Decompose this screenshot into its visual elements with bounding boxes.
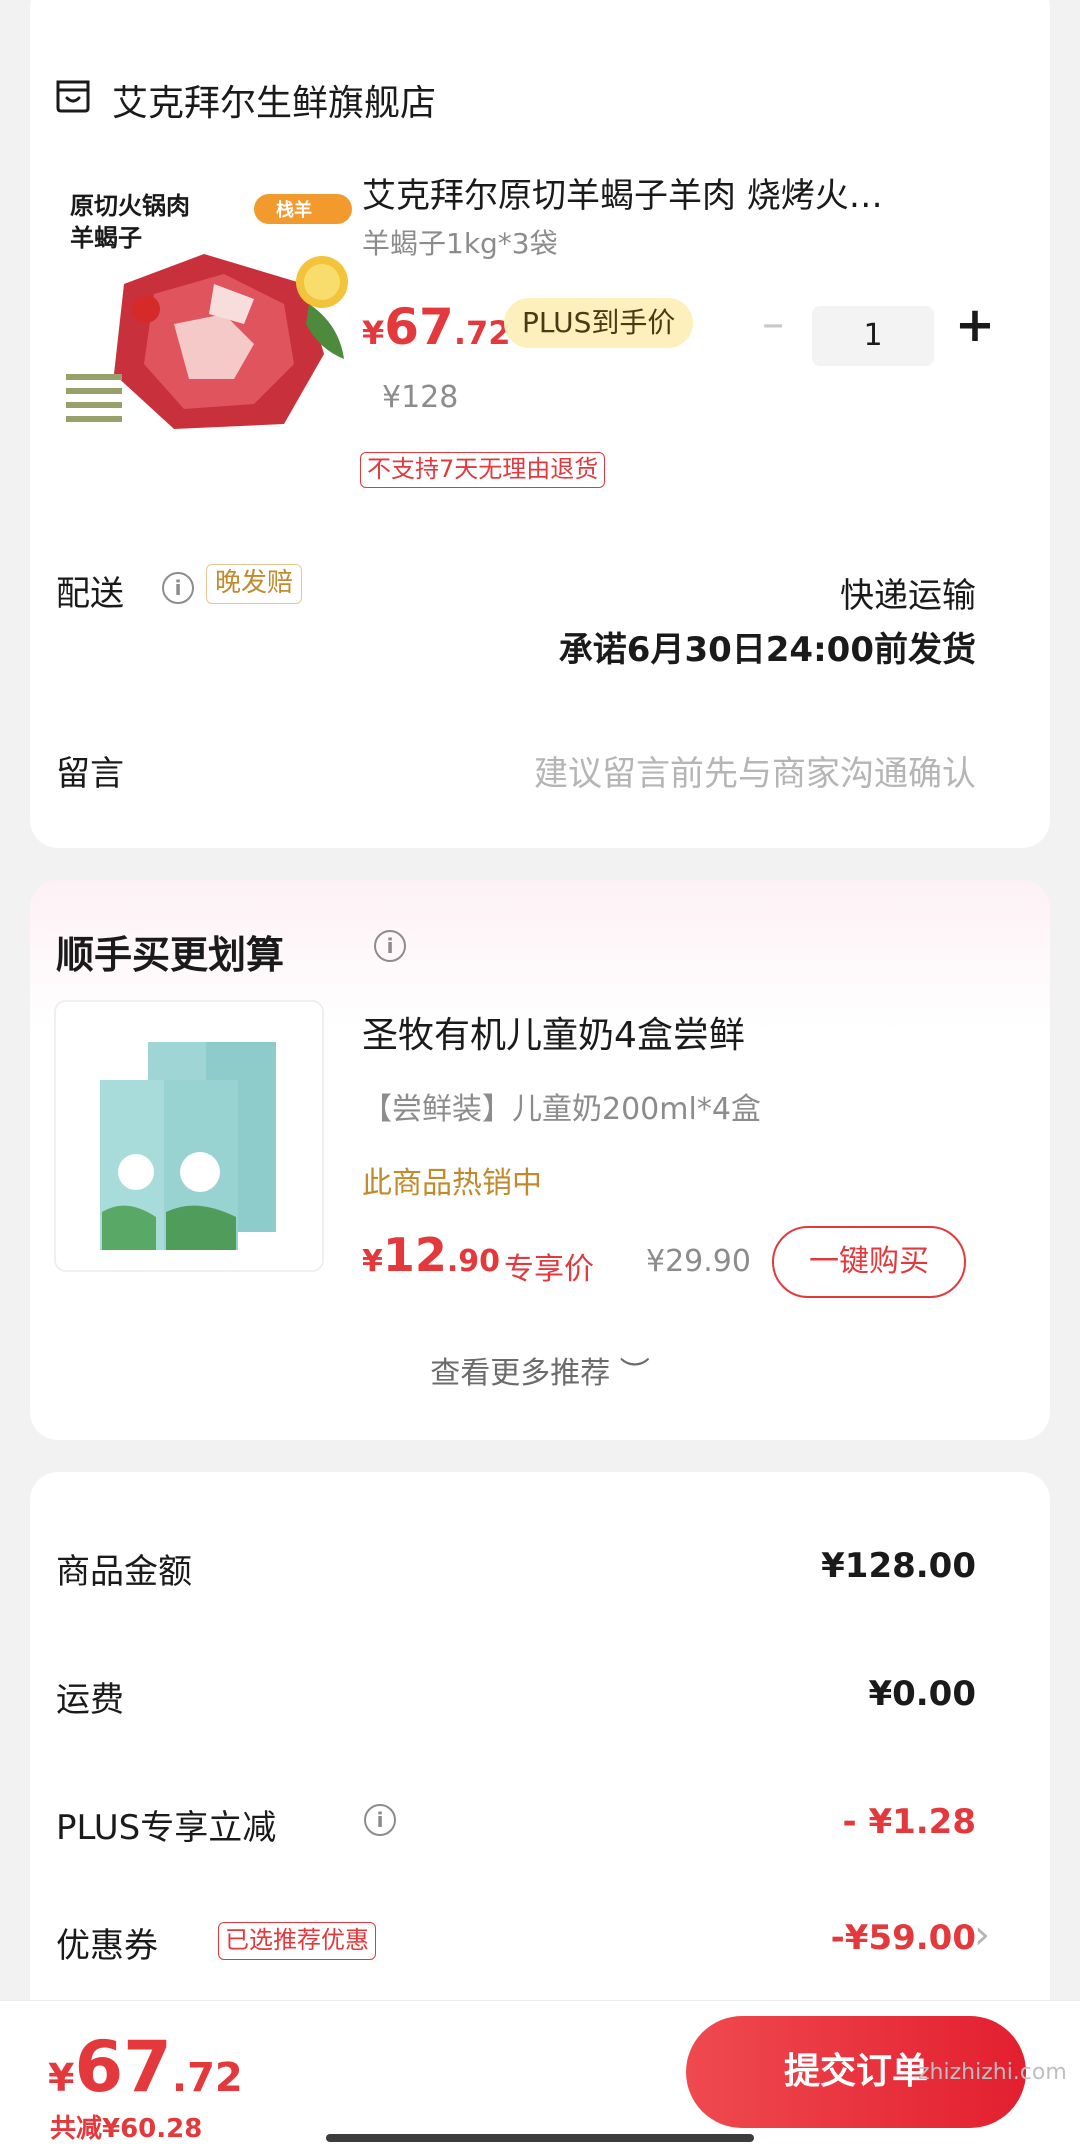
rec-price-decimal: .90 <box>446 1244 501 1279</box>
total-price-symbol: ¥ <box>48 2056 75 2100</box>
total-price-decimal: .72 <box>171 2055 243 2101</box>
return-policy-tag: 不支持7天无理由退货 <box>360 452 606 488</box>
coupon-value[interactable]: -¥59.00 <box>831 1918 976 1958</box>
total-price-integer: 67 <box>74 2026 172 2108</box>
price-symbol: ¥ <box>362 314 385 352</box>
delivery-info-icon[interactable]: i <box>162 572 194 604</box>
original-price: ¥128 <box>382 380 459 415</box>
delivery-label: 配送 <box>56 574 124 614</box>
late-compensation-tag: 晚发赔 <box>206 564 303 604</box>
recommend-original-price: ¥29.90 <box>646 1244 751 1279</box>
total-price: ¥ 67 .72 <box>48 2026 243 2108</box>
recommend-hot-label: 此商品热销中 <box>362 1166 542 1201</box>
quantity-input[interactable]: 1 <box>812 306 934 366</box>
recommend-price: ¥ 12 .90 <box>362 1228 500 1298</box>
product-image-title: 原切火锅肉 <box>70 192 190 220</box>
coupon-label[interactable]: 优惠券 <box>56 1918 158 1967</box>
freight-value: ¥0.00 <box>868 1674 976 1714</box>
memo-label: 留言 <box>56 754 124 794</box>
price-decimal: .72 <box>453 314 511 352</box>
product-spec[interactable]: 羊蝎子1kg*3袋 <box>362 222 558 262</box>
rec-price-symbol: ¥ <box>362 1244 383 1279</box>
plus-discount-value: - ¥1.28 <box>842 1802 977 1842</box>
memo-input[interactable]: 建议留言前先与商家沟通确认 <box>534 746 976 795</box>
freight-label: 运费 <box>56 1680 124 1720</box>
plus-discount-label: PLUS专享立减 <box>56 1808 277 1848</box>
total-saved: 共减¥60.28 <box>50 2114 203 2144</box>
rec-price-integer: 12 <box>382 1228 447 1282</box>
delivery-promise: 承诺6月30日24:00前发货 <box>558 630 976 670</box>
store-name[interactable]: 艾克拜尔生鲜旗舰店 <box>112 74 436 126</box>
delivery-method[interactable]: 快递运输 <box>840 568 976 617</box>
price-integer: 67 <box>384 298 454 356</box>
product-image-brand: 栈羊 <box>276 199 312 221</box>
plus-price-tag: PLUS到手价 <box>504 298 694 348</box>
goods-amount-value: ¥128.00 <box>821 1546 976 1586</box>
plus-discount-info-icon[interactable]: i <box>364 1804 396 1836</box>
coupon-selected-tag: 已选推荐优惠 <box>218 1922 376 1960</box>
recommend-exclusive-label: 专享价 <box>504 1252 594 1287</box>
product-image[interactable]: 原切火锅肉 羊蝎子 栈羊 <box>54 174 364 444</box>
goods-amount-label: 商品金额 <box>56 1552 192 1592</box>
product-image-subtitle: 羊蝎子 <box>70 224 142 252</box>
recommend-product-spec: 【尝鲜装】儿童奶200ml*4盒 <box>362 1092 761 1127</box>
recommend-info-icon[interactable]: i <box>374 930 406 962</box>
quantity-increase-button[interactable]: + <box>950 300 1000 350</box>
watermark: zhizhizhi.com <box>918 2060 1067 2085</box>
quantity-decrease-button[interactable]: – <box>750 302 796 350</box>
recommend-title: 顺手买更划算 <box>56 933 285 977</box>
more-recommend-link[interactable]: 查看更多推荐 ︶ <box>30 1348 1050 1392</box>
recommend-product-name[interactable]: 圣牧有机儿童奶4盒尝鲜 <box>362 1006 745 1058</box>
store-icon <box>54 78 92 114</box>
product-title[interactable]: 艾克拜尔原切羊蝎子羊肉 烧烤火… <box>362 168 1002 217</box>
home-indicator[interactable] <box>326 2134 754 2142</box>
chevron-right-icon[interactable]: › <box>974 1912 990 1958</box>
one-click-buy-button[interactable]: 一键购买 <box>772 1226 966 1298</box>
recommend-product-image[interactable] <box>54 1000 324 1272</box>
product-price: ¥ 67 .72 <box>362 298 511 368</box>
